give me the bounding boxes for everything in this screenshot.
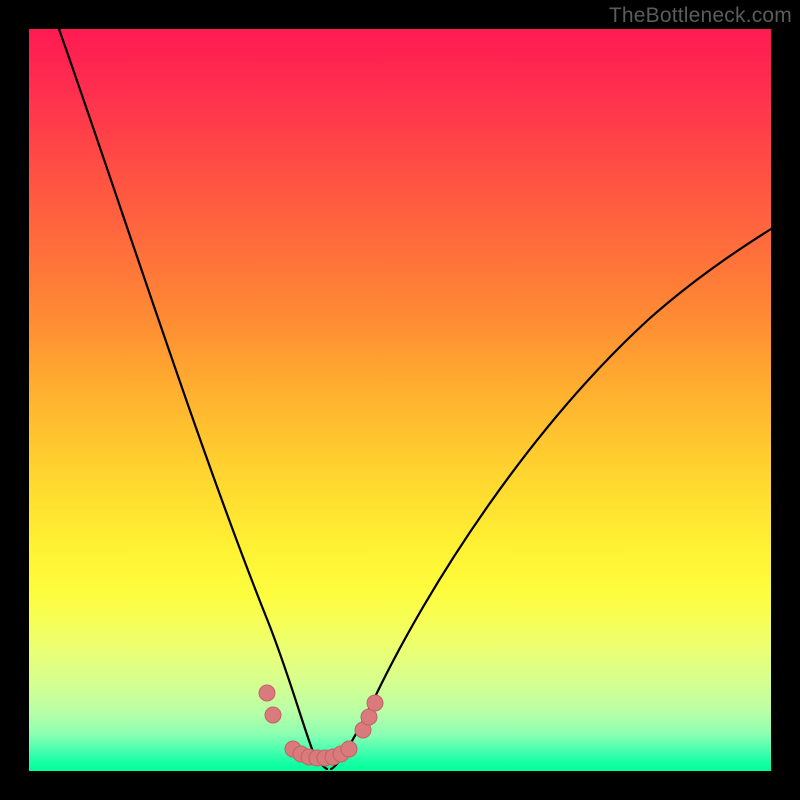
v-curve-left <box>59 29 327 769</box>
watermark-text: TheBottleneck.com <box>609 4 792 28</box>
v-curve-right <box>331 229 771 769</box>
marker-dot <box>259 685 275 701</box>
chart-overlay <box>29 29 771 771</box>
marker-group <box>259 685 383 766</box>
marker-dot <box>265 707 281 723</box>
marker-dot <box>341 741 357 757</box>
plot-area <box>29 29 771 771</box>
outer-frame: TheBottleneck.com <box>0 0 800 800</box>
marker-dot <box>367 695 383 711</box>
